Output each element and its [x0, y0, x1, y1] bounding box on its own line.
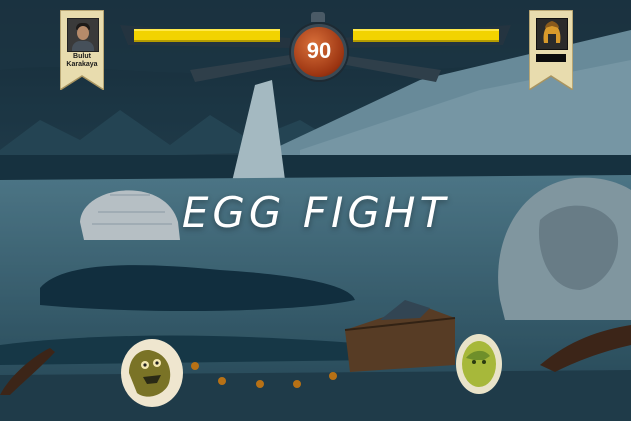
round-timer: 90 — [291, 24, 347, 80]
opponent-banner — [529, 10, 573, 90]
player-name: Bulut Karakaya — [66, 53, 98, 68]
player-banner: Bulut Karakaya — [60, 10, 104, 90]
monster-egg-icon[interactable] — [117, 333, 187, 408]
spartan-helmet-icon — [536, 18, 568, 50]
stopwatch-knob — [311, 12, 325, 22]
avatar-face — [77, 26, 89, 40]
game-title: EGG FIGHT — [181, 188, 450, 237]
opponent-name — [536, 54, 566, 62]
player-health-bar — [134, 29, 280, 42]
avatar-body — [72, 41, 94, 51]
green-monster-egg-icon[interactable] — [454, 330, 504, 395]
player-health-fill — [134, 29, 280, 42]
game-scene: Bulut Karakaya 90 EGG FIGHT — [0, 0, 631, 421]
opponent-health-bar — [353, 29, 499, 42]
opponent-health-fill — [353, 29, 499, 42]
player-avatar — [67, 18, 99, 52]
